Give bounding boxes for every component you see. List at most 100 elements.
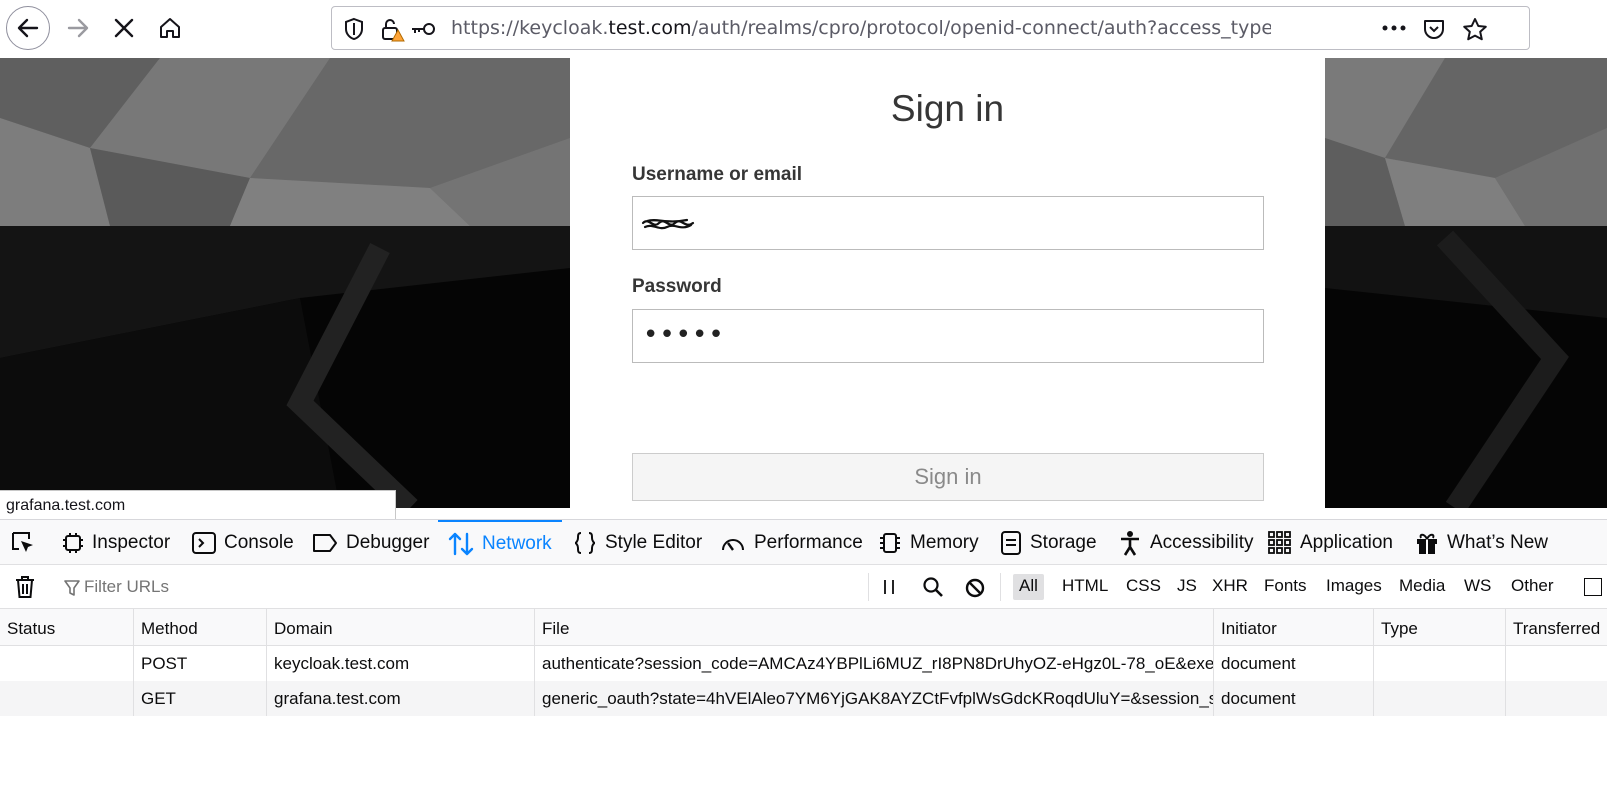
cell-file: authenticate?session_code=AMCAz4YBPlLi6M… [535, 646, 1214, 681]
tab-application[interactable]: Application [1268, 520, 1393, 565]
cell-file: generic_oauth?state=4hVElAleo7YM6YjGAK8A… [535, 681, 1214, 716]
cell-transferred [1506, 646, 1607, 681]
cell-domain: grafana.test.com [267, 681, 535, 716]
filter-media[interactable]: Media [1393, 574, 1451, 600]
network-filter-bar: All HTML CSS JS XHR Fonts Images Media W… [0, 565, 1607, 609]
filter-html[interactable]: HTML [1056, 574, 1114, 600]
tab-storage[interactable]: Storage [1000, 520, 1097, 565]
gauge-icon [722, 538, 744, 551]
element-picker-icon [12, 531, 33, 552]
tab-label: Console [224, 531, 294, 553]
pause-icon[interactable] [881, 578, 897, 596]
tab-whats-new[interactable]: What’s New [1415, 520, 1548, 565]
tab-memory[interactable]: Memory [878, 520, 979, 565]
cell-method: GET [134, 681, 267, 716]
home-icon [160, 18, 180, 38]
forward-button[interactable] [56, 6, 100, 50]
stop-button[interactable] [102, 6, 146, 50]
filter-xhr[interactable]: XHR [1206, 574, 1254, 600]
block-icon[interactable] [964, 577, 986, 599]
sign-in-button[interactable]: Sign in [632, 453, 1264, 501]
key-icon [412, 23, 435, 35]
grid-icon [1268, 530, 1291, 554]
tab-inspector[interactable]: Inspector [62, 520, 170, 565]
background-pattern [1325, 58, 1607, 508]
tab-performance[interactable]: Performance [720, 520, 863, 565]
filter-js[interactable]: JS [1171, 574, 1203, 600]
persist-logs-checkbox[interactable] [1584, 578, 1602, 596]
login-card: Sign in Username or email Password •••••… [570, 58, 1325, 508]
column-method[interactable]: Method [134, 609, 267, 646]
background-left [0, 58, 570, 508]
tab-label: What’s New [1447, 531, 1549, 553]
close-icon [114, 18, 134, 38]
braces-icon [574, 531, 596, 554]
tab-label: Inspector [92, 531, 171, 553]
column-status[interactable]: Status [0, 609, 134, 646]
search-icon[interactable] [922, 576, 944, 598]
filter-images[interactable]: Images [1320, 574, 1388, 600]
cell-status [0, 681, 134, 716]
home-button[interactable] [148, 6, 192, 50]
table-row[interactable]: POST keycloak.test.com authenticate?sess… [0, 646, 1607, 681]
url-bar[interactable]: https://keycloak.test.com/auth/realms/cp… [331, 6, 1530, 50]
requests-table-header: Status Method Domain File Initiator Type… [0, 609, 1607, 646]
password-mask: ••••• [643, 320, 725, 350]
browser-toolbar: https://keycloak.test.com/auth/realms/cp… [0, 0, 1607, 58]
back-button[interactable] [6, 6, 50, 50]
filter-ws[interactable]: WS [1458, 574, 1497, 600]
tab-label: Network [482, 532, 552, 554]
cell-initiator: document [1214, 646, 1374, 681]
filter-fonts[interactable]: Fonts [1258, 574, 1313, 600]
cell-type [1374, 681, 1506, 716]
tab-label: Style Editor [605, 531, 703, 553]
filter-css[interactable]: CSS [1120, 574, 1167, 600]
filter-urls-input[interactable] [58, 574, 858, 600]
tab-label: Storage [1030, 531, 1097, 553]
tab-label: Debugger [346, 531, 430, 553]
column-initiator[interactable]: Initiator [1214, 609, 1374, 646]
column-type[interactable]: Type [1374, 609, 1506, 646]
tab-console[interactable]: Console [192, 520, 294, 565]
tab-label: Memory [910, 531, 979, 553]
arrow-right-icon [67, 18, 89, 38]
password-label: Password [632, 276, 722, 297]
username-field[interactable] [632, 196, 1264, 250]
arrow-left-icon [17, 18, 39, 38]
shield-icon [345, 17, 363, 41]
tab-style-editor[interactable]: Style Editor [573, 520, 702, 565]
debugger-icon [313, 533, 337, 552]
cell-initiator: document [1214, 681, 1374, 716]
divider [868, 573, 869, 601]
tab-accessibility[interactable]: Accessibility [1118, 520, 1253, 565]
background-pattern [0, 58, 570, 508]
accessibility-icon [1121, 530, 1139, 556]
tab-network[interactable]: Network [438, 520, 562, 565]
bookmark-star-icon[interactable] [1462, 17, 1488, 43]
inspector-icon [63, 532, 83, 553]
devtools-tabbar: Inspector Console Debugger Network Style… [0, 520, 1607, 565]
filter-all[interactable]: All [1013, 574, 1044, 600]
password-field[interactable]: ••••• [632, 309, 1264, 363]
page-title: Sign in [890, 88, 1005, 129]
storage-icon [1001, 530, 1021, 555]
cell-method: POST [134, 646, 267, 681]
devtools-panel: Inspector Console Debugger Network Style… [0, 519, 1607, 788]
insecure-lock-icon [382, 19, 405, 42]
redacted-scribble [641, 218, 695, 230]
table-row[interactable]: GET grafana.test.com generic_oauth?state… [0, 681, 1607, 716]
column-file[interactable]: File [535, 609, 1214, 646]
more-icon[interactable] [1382, 24, 1406, 32]
memory-chip-icon [880, 532, 900, 553]
status-link-preview: grafana.test.com [0, 490, 396, 519]
tab-label: Performance [754, 531, 863, 553]
cell-transferred [1506, 681, 1607, 716]
column-transferred[interactable]: Transferred [1506, 609, 1607, 646]
element-picker-button[interactable] [10, 520, 44, 565]
column-domain[interactable]: Domain [267, 609, 535, 646]
pocket-icon[interactable] [1422, 17, 1446, 41]
tab-debugger[interactable]: Debugger [312, 520, 429, 565]
filter-other[interactable]: Other [1505, 574, 1560, 600]
username-label: Username or email [632, 164, 803, 185]
trash-icon[interactable] [14, 575, 36, 599]
